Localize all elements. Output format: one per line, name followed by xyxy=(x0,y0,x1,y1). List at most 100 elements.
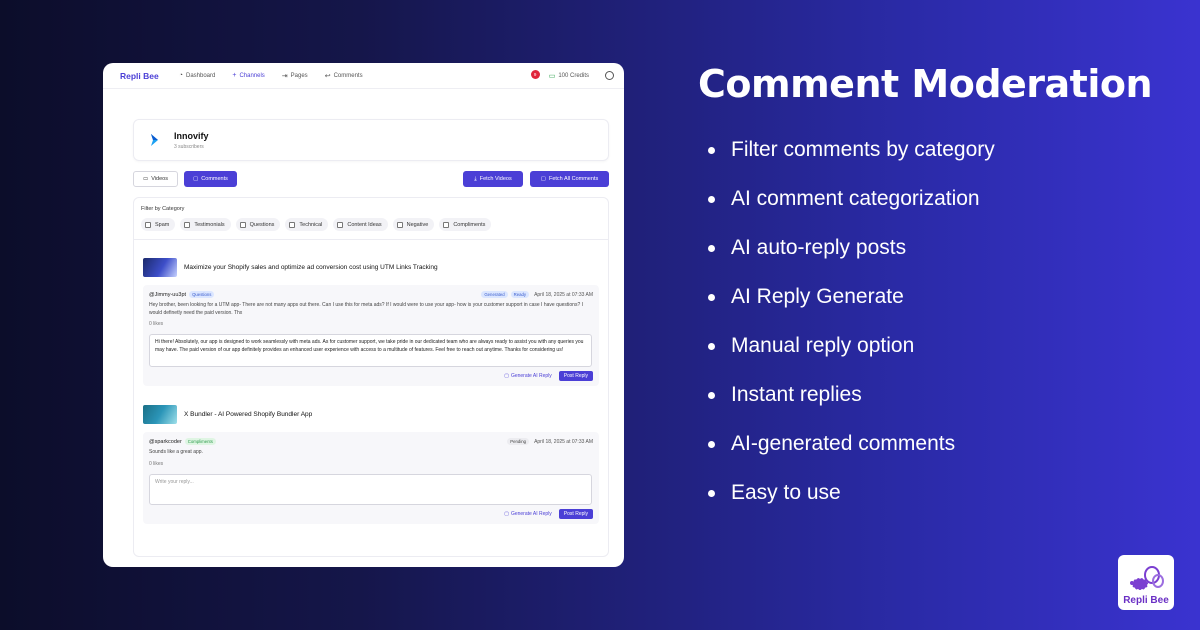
checkbox-icon[interactable] xyxy=(239,221,246,228)
user-avatar-icon[interactable] xyxy=(605,71,614,80)
chip-label: Questions xyxy=(249,221,275,228)
video-icon: ▭ xyxy=(143,176,149,182)
comment-author: @Jimmy-uu3pt xyxy=(149,291,187,298)
bullet-icon xyxy=(708,294,715,301)
feature-list: Filter comments by category AI comment c… xyxy=(708,138,995,530)
filter-chip-compliments[interactable]: Compliments xyxy=(439,218,492,231)
filter-chip-content-ideas[interactable]: Content Ideas xyxy=(333,218,388,231)
chip-label: Testimonials xyxy=(194,221,225,228)
videos-tab-button[interactable]: ▭ Videos xyxy=(133,171,178,187)
comment-text: Sounds like a great app. xyxy=(149,449,203,455)
feature-label: AI auto-reply posts xyxy=(731,236,907,259)
checkbox-icon[interactable] xyxy=(396,221,403,228)
notifications-button[interactable]: 9 xyxy=(530,69,541,81)
video-post: X Bundler - AI Powered Shopify Bundler A… xyxy=(143,405,599,524)
nav-item-label: Dashboard xyxy=(185,72,216,79)
main-content: Innovify 3 subscribers ▭ Videos ▢ Commen… xyxy=(133,119,609,557)
video-title[interactable]: Maximize your Shopify sales and optimize… xyxy=(184,264,438,271)
filter-chip-negative[interactable]: Negative xyxy=(392,218,435,231)
bullet-icon xyxy=(708,441,715,448)
comment-actions: ▢ Generate AI Reply Post Reply xyxy=(149,508,593,519)
credits-display: ▭ 100 Credits xyxy=(549,72,589,80)
video-thumbnail[interactable] xyxy=(143,405,177,424)
checkbox-icon[interactable] xyxy=(289,221,296,228)
comment-date: April 18, 2025 at 07:33 AM xyxy=(534,291,593,298)
divider xyxy=(134,239,608,240)
checkbox-icon[interactable] xyxy=(145,221,151,228)
category-filter-chips: Spam Testimonials Questions Technical Co… xyxy=(141,218,492,231)
plus-icon: + xyxy=(232,72,237,79)
feature-label: AI comment categorization xyxy=(731,187,980,210)
channel-info: Innovify 3 subscribers xyxy=(174,131,209,150)
channel-name: Innovify xyxy=(174,130,209,141)
wallet-icon: ▭ xyxy=(548,72,556,80)
feature-item: Filter comments by category xyxy=(708,138,995,187)
filter-chip-technical[interactable]: Technical xyxy=(285,218,329,231)
comment-meta: Generated Ready April 18, 2025 at 07:33 … xyxy=(481,291,593,298)
headline: Comment Moderation xyxy=(698,62,1153,106)
fetch-videos-label: Fetch Videos xyxy=(479,176,512,182)
comment-card: @Jimmy-uu3pt Questions Generated Ready A… xyxy=(143,285,599,386)
post-reply-button[interactable]: Post Reply xyxy=(558,508,593,519)
comment-text: Hey brother, been looking for a UTM app-… xyxy=(149,302,584,316)
channel-subscribers: 3 subscribers xyxy=(174,143,204,150)
checkbox-icon[interactable] xyxy=(184,221,191,228)
download-icon: ⤓ xyxy=(474,175,477,182)
comment-card: @sparkcoder Compliments Pending April 18… xyxy=(143,432,599,524)
chip-label: Spam xyxy=(155,221,170,228)
chip-label: Technical xyxy=(299,221,323,228)
feature-item: AI Reply Generate xyxy=(708,285,995,334)
video-post: Maximize your Shopify sales and optimize… xyxy=(143,258,599,386)
feature-label: AI Reply Generate xyxy=(731,285,904,308)
generate-ai-reply-label: Generate AI Reply xyxy=(510,510,552,517)
status-badge-ready: Ready xyxy=(510,291,530,298)
notification-count-badge: 9 xyxy=(530,69,540,79)
post-header: X Bundler - AI Powered Shopify Bundler A… xyxy=(143,405,599,424)
bullet-icon xyxy=(708,392,715,399)
channel-card: Innovify 3 subscribers xyxy=(133,119,609,161)
nav-item-channels[interactable]: + Channels xyxy=(232,72,264,79)
videos-tab-label: Videos xyxy=(151,176,168,182)
reply-textarea[interactable]: Hi there! Absolutely, our app is designe… xyxy=(149,334,592,367)
post-header: Maximize your Shopify sales and optimize… xyxy=(143,258,599,277)
nav-item-label: Pages xyxy=(290,72,308,79)
comments-panel: Filter by Category Spam Testimonials Que… xyxy=(133,197,609,557)
comments-tab-button[interactable]: ▢ Comments xyxy=(184,171,237,187)
action-bar: ▭ Videos ▢ Comments ⤓ Fetch Videos ▢ Fet… xyxy=(133,171,609,187)
filter-chip-spam[interactable]: Spam xyxy=(141,218,176,231)
generate-ai-reply-button[interactable]: ▢ Generate AI Reply xyxy=(504,373,552,379)
reply-icon: ↩ xyxy=(324,72,331,80)
reply-textarea[interactable]: Write your reply... xyxy=(149,473,592,505)
bullet-icon xyxy=(708,196,715,203)
post-reply-button[interactable]: Post Reply xyxy=(558,371,593,381)
video-title[interactable]: X Bundler - AI Powered Shopify Bundler A… xyxy=(184,411,312,418)
fetch-videos-button[interactable]: ⤓ Fetch Videos xyxy=(463,171,523,187)
generate-ai-reply-button[interactable]: ▢ Generate AI Reply xyxy=(504,511,552,517)
status-badge-generated: Generated xyxy=(481,291,508,298)
comments-tab-label: Comments xyxy=(201,176,228,182)
sparkle-chat-icon: ▢ xyxy=(504,510,509,517)
nav-item-comments[interactable]: ↩ Comments xyxy=(325,72,363,80)
chip-label: Compliments xyxy=(453,221,486,228)
gauge-icon: ◔ xyxy=(178,72,183,79)
checkbox-icon[interactable] xyxy=(337,221,344,228)
channel-logo-icon xyxy=(148,133,162,147)
fetch-all-comments-button[interactable]: ▢ Fetch All Comments xyxy=(530,171,609,187)
filter-chip-testimonials[interactable]: Testimonials xyxy=(180,218,231,231)
nav-item-label: Comments xyxy=(333,72,363,79)
checkbox-icon[interactable] xyxy=(443,221,450,228)
top-navigation: Repli Bee ◔ Dashboard + Channels ⇥ Pages… xyxy=(103,63,624,89)
nav-item-pages[interactable]: ⇥ Pages xyxy=(282,72,308,80)
bullet-icon xyxy=(708,343,715,350)
comment-icon: ▢ xyxy=(193,176,199,182)
filter-chip-questions[interactable]: Questions xyxy=(235,218,281,231)
nav-item-dashboard[interactable]: ◔ Dashboard xyxy=(179,72,216,79)
brand-logo[interactable]: Repli Bee xyxy=(120,71,159,81)
feature-item: Easy to use xyxy=(708,481,995,530)
feature-item: AI auto-reply posts xyxy=(708,236,995,285)
comment-likes: 0 likes xyxy=(149,460,164,467)
chip-label: Content Ideas xyxy=(347,221,382,228)
feature-item: AI comment categorization xyxy=(708,187,995,236)
badge-text: Repli Bee xyxy=(1123,595,1169,606)
video-thumbnail[interactable] xyxy=(143,258,177,277)
